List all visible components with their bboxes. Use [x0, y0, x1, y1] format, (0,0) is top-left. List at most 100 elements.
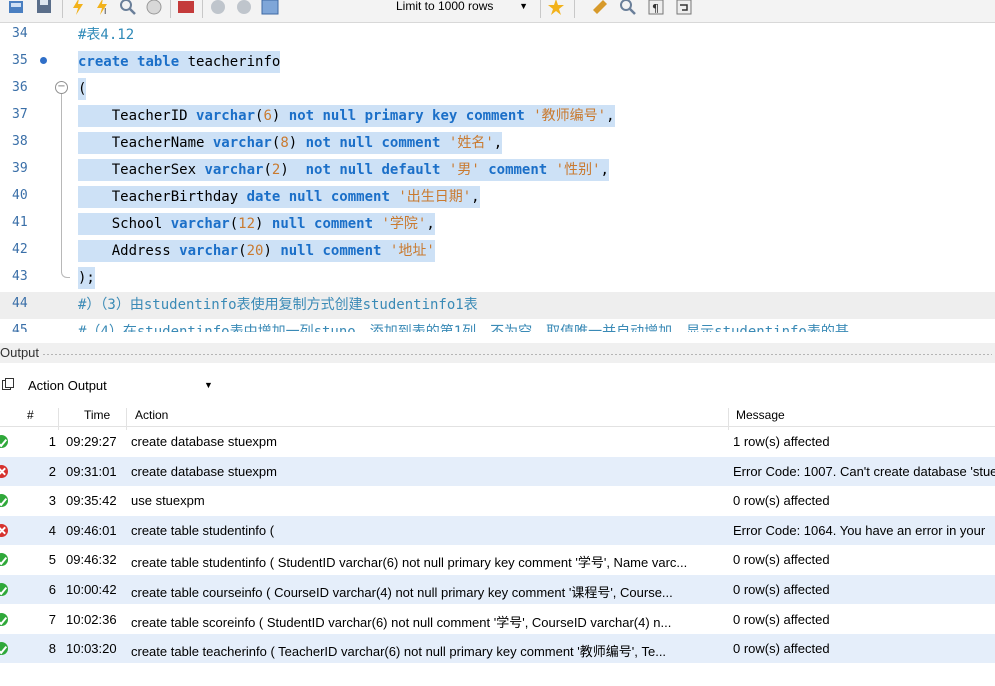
row-action: create table teacherinfo ( TeacherID var…	[131, 644, 667, 660]
row-message: 0 row(s) affected	[733, 552, 830, 568]
column-header-action[interactable]: Action	[135, 408, 168, 422]
output-row[interactable]: 2 09:31:01 create database stuexpm Error Co…	[0, 456, 995, 486]
row-number: 4	[48, 522, 56, 538]
row-number: 2	[48, 463, 56, 479]
commit-icon[interactable]	[208, 0, 228, 18]
row-time: 09:46:01	[66, 522, 117, 538]
column-header-num[interactable]: #	[27, 408, 34, 422]
rollback-icon[interactable]	[234, 0, 254, 18]
execute-current-icon[interactable]: I	[92, 0, 112, 18]
sql-literal: '地址'	[389, 243, 435, 259]
fold-collapse-icon[interactable]: −	[55, 81, 68, 94]
success-check-icon	[0, 642, 8, 656]
editor-line[interactable]: 34 #表4.12	[0, 22, 995, 49]
column-header-time[interactable]: Time	[84, 408, 110, 422]
output-row[interactable]: 3 09:35:42 use stuexpm 0 row(s) affected	[0, 486, 995, 515]
sql-keyword: varchar	[170, 216, 230, 232]
row-number: 8	[48, 641, 56, 657]
limit-rows-select[interactable]: Limit to 1000 rows ▼	[374, 0, 536, 17]
output-row[interactable]: 4 09:46:01 create table studentinfo (Error…	[0, 515, 995, 545]
new-tab-icon[interactable]	[6, 0, 26, 18]
chevron-down-icon[interactable]: ▼	[204, 380, 213, 390]
code-text: #）（3）由studentinfo表使用复制方式创建studentinfo1表	[78, 294, 478, 316]
commit-mode-icon[interactable]	[176, 0, 196, 18]
output-row[interactable]: 5 09:46:32 create table studentinfo ( Stud…	[0, 545, 995, 574]
chevron-down-icon: ▼	[519, 1, 528, 11]
editor-line[interactable]: 36 −(	[0, 76, 995, 103]
output-row[interactable]: 7 10:02:36 create table scoreinfo ( Studen…	[0, 605, 995, 634]
find-icon[interactable]	[618, 0, 638, 18]
row-action: create database stuexpm	[131, 463, 277, 479]
sql-token: ,	[606, 108, 615, 124]
invisible-chars-icon[interactable]: ¶	[646, 0, 666, 18]
stop-icon[interactable]	[144, 0, 164, 18]
copy-icon[interactable]	[2, 378, 14, 390]
editor-line[interactable]: 38 TeacherName varchar(8) not null comme…	[0, 130, 995, 157]
code-text: #表4.12	[78, 24, 134, 46]
editor-line[interactable]: 41 School varchar(12) null comment '学院',	[0, 211, 995, 238]
autocommit-icon[interactable]	[260, 0, 280, 18]
column-header-message[interactable]: Message	[736, 408, 785, 422]
row-message: 0 row(s) affected	[733, 611, 830, 627]
sql-keyword: varchar	[204, 162, 264, 178]
editor-line[interactable]: 42 Address varchar(20) null comment '地址'	[0, 238, 995, 265]
row-time: 10:02:36	[66, 611, 117, 627]
sql-token: (	[78, 81, 87, 97]
sql-token: Address	[78, 243, 180, 259]
line-number: 44	[12, 296, 28, 311]
row-time: 10:00:42	[66, 582, 117, 597]
row-time: 09:29:27	[66, 434, 117, 449]
explain-icon[interactable]	[118, 0, 138, 18]
editor-line[interactable]: 44 #）（3）由studentinfo表使用复制方式创建studentinfo1…	[0, 292, 995, 319]
sql-keyword: null comment	[280, 243, 382, 259]
code-text: create table teacherinfo	[78, 51, 281, 73]
row-number: 6	[48, 582, 56, 597]
splitter-grip[interactable]	[42, 353, 992, 356]
editor-line[interactable]: 45 #（4）在studentinfo表中增加一列stuno，添加到表的第1列，不…	[0, 319, 995, 332]
output-row[interactable]: 6 10:00:42 create table courseinfo ( Cours…	[0, 575, 995, 604]
sql-token: )	[263, 243, 281, 259]
editor-line[interactable]: 35 create table teacherinfo	[0, 49, 995, 76]
line-number: 42	[12, 242, 28, 257]
beautify-icon[interactable]	[590, 0, 610, 18]
output-row[interactable]: 1 09:29:27 create database stuexpm 1 row(s)…	[0, 427, 995, 456]
sql-token: )	[288, 135, 306, 151]
wrap-icon[interactable]	[674, 0, 694, 18]
row-time: 09:31:01	[66, 463, 117, 479]
sql-keyword: varchar	[212, 135, 272, 151]
sql-token: teacherinfo	[179, 54, 281, 70]
sql-token: (	[238, 243, 247, 259]
sql-literal: '教师编号'	[533, 108, 607, 124]
editor-line[interactable]: 43);	[0, 265, 995, 292]
sql-token: TeacherName	[78, 135, 213, 151]
save-icon[interactable]	[34, 0, 54, 18]
sql-literal: '姓名'	[448, 135, 494, 151]
sql-editor[interactable]: 34 #表4.12 35 create table teacherinfo 36−(37…	[0, 22, 995, 332]
output-panel-header: Output	[0, 343, 995, 363]
output-toolbar: Action Output ▼	[0, 364, 995, 408]
code-text: TeacherSex varchar(2) not null default '…	[78, 159, 609, 181]
sql-literal: 20	[246, 243, 264, 259]
editor-line[interactable]: 40 TeacherBirthday date null comment '出生…	[0, 184, 995, 211]
editor-line[interactable]: 37 TeacherID varchar(6) not null primary…	[0, 103, 995, 130]
sql-token: ,	[471, 189, 480, 205]
output-row[interactable]: 8 10:03:20 create table teacherinfo ( Teac…	[0, 634, 995, 664]
row-message: 0 row(s) affected	[733, 493, 830, 509]
limit-icon[interactable]	[546, 0, 566, 18]
row-action: create table studentinfo ( StudentID var…	[131, 555, 688, 571]
line-number: 35	[12, 53, 28, 68]
sql-keyword: not null default	[305, 162, 441, 178]
line-number: 37	[12, 107, 28, 122]
sql-literal: 12	[238, 216, 256, 232]
output-mode-select[interactable]: Action Output	[28, 378, 107, 393]
action-output-grid: # Time Action Message 1 09:29:27 create da…	[0, 404, 995, 686]
execute-icon[interactable]	[68, 0, 88, 18]
sql-literal: 8	[280, 135, 289, 151]
editor-line[interactable]: 39 TeacherSex varchar(2) not null defaul…	[0, 157, 995, 184]
